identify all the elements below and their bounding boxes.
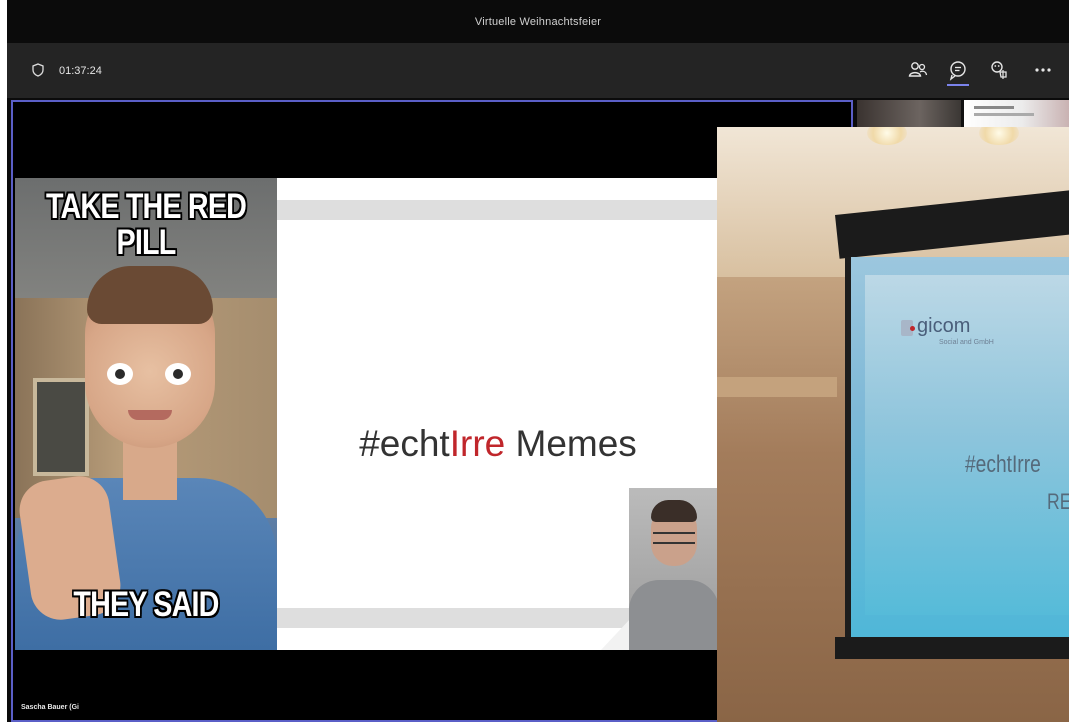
presentation-slide: TAKE THE RED PILL THEY SAID #echtIrre Me… xyxy=(15,178,719,650)
projector-screen-bottom xyxy=(835,637,1069,659)
reactions-icon[interactable] xyxy=(988,59,1010,81)
meme-image: TAKE THE RED PILL THEY SAID xyxy=(15,178,277,650)
participants-icon[interactable] xyxy=(907,59,929,81)
projector-screen xyxy=(845,257,1069,637)
title-red-word: Irre xyxy=(449,423,506,464)
slide-accent-shape xyxy=(601,618,631,650)
meeting-toolbar: 01:37:24 xyxy=(7,43,1069,98)
title-prefix: #echt xyxy=(359,423,450,464)
shield-icon xyxy=(31,63,45,77)
participant-thumbnail[interactable] xyxy=(964,100,1069,128)
presenter-camera xyxy=(629,488,719,650)
participant-name-label: Sascha Bauer (Gi xyxy=(21,704,79,711)
projected-title-line-1: #echtIrre xyxy=(965,451,1041,478)
meme-top-line-2: PILL xyxy=(116,223,177,262)
meme-top-line-1: TAKE THE RED xyxy=(45,187,247,226)
more-icon[interactable] xyxy=(1032,59,1054,81)
slide-title: #echtIrre Memes xyxy=(277,423,719,465)
meeting-timer: 01:37:24 xyxy=(59,65,102,77)
gicom-logo-subtitle: Social and GmbH xyxy=(939,339,994,346)
projected-title-line-2: RE xyxy=(1047,489,1069,514)
participant-thumbnails xyxy=(857,100,1069,128)
window-title: Virtuelle Weihnachtsfeier xyxy=(474,16,602,28)
meme-bottom-line: THEY SAID xyxy=(73,585,219,624)
title-bar: Virtuelle Weihnachtsfeier xyxy=(7,0,1069,43)
participant-thumbnail[interactable] xyxy=(857,100,961,128)
title-suffix: Memes xyxy=(505,423,637,464)
overlay-photo: gicom Social and GmbH #echtIrre RE xyxy=(717,127,1069,722)
chat-icon[interactable] xyxy=(947,59,969,81)
chat-active-indicator xyxy=(947,84,969,86)
gicom-logo-dot xyxy=(910,326,915,331)
gicom-logo-text: gicom xyxy=(917,315,971,337)
slide-top-band xyxy=(277,200,719,220)
